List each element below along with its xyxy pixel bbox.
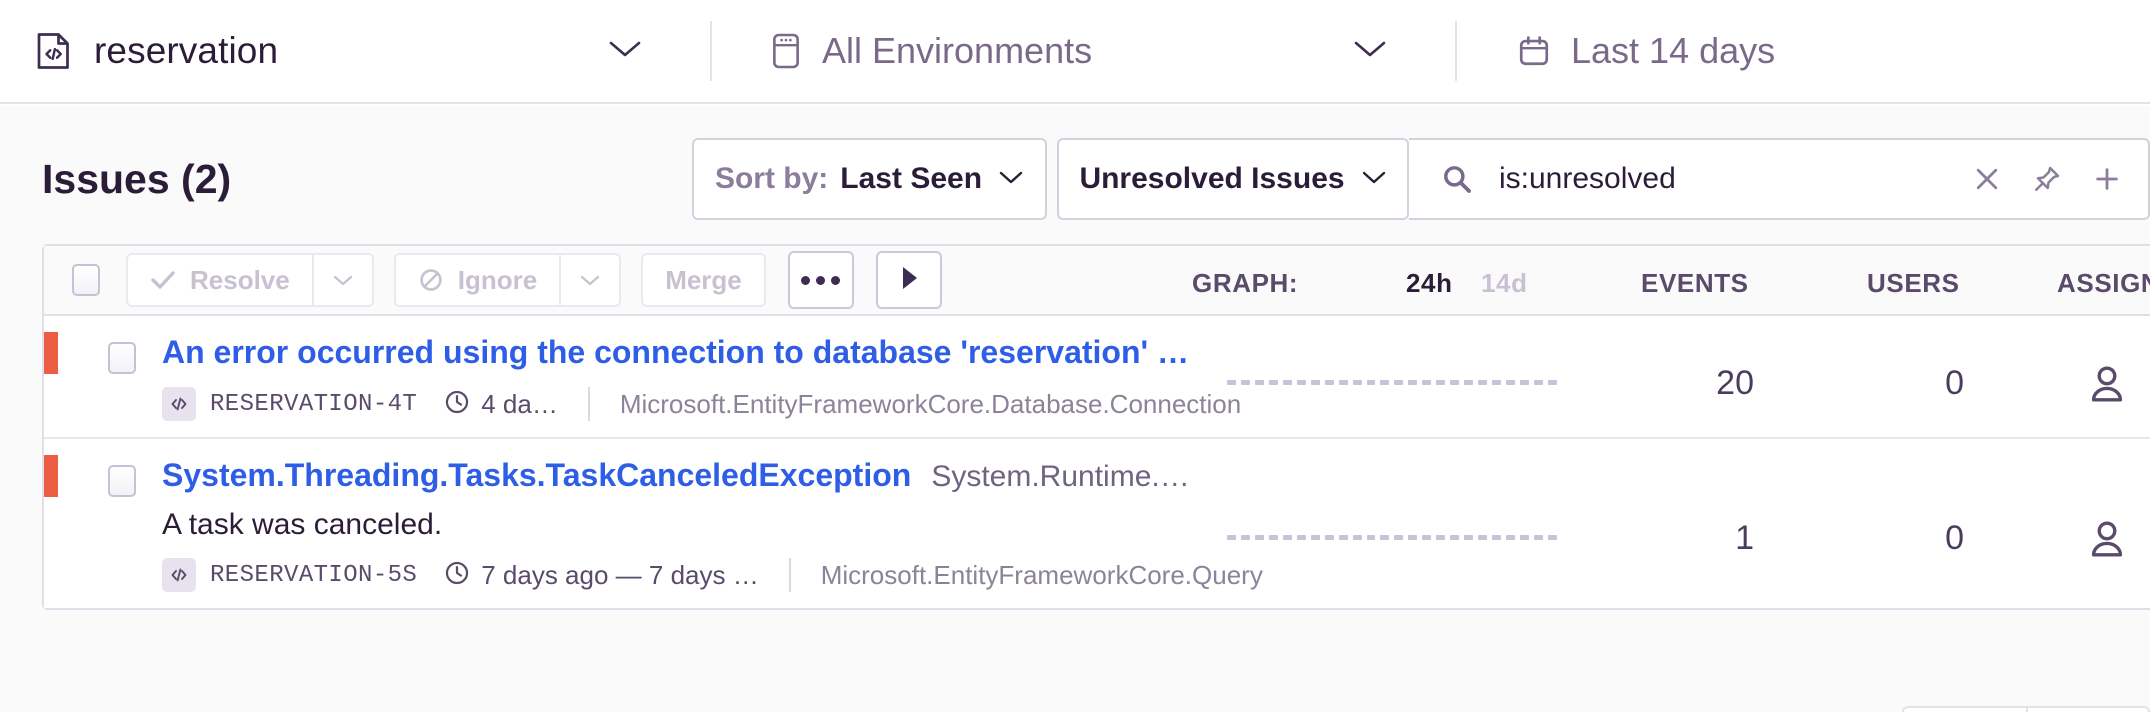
play-pause-stream-button[interactable] (876, 251, 942, 309)
mute-icon (418, 267, 444, 293)
column-header-assignee: ASSIGN (2057, 268, 2150, 299)
graph-period-24h[interactable]: 24h (1406, 268, 1453, 299)
next-page-button[interactable] (2026, 706, 2150, 712)
search-action-group (1972, 164, 2122, 194)
environment-selector[interactable]: All Environments (710, 0, 1455, 103)
resolve-button-group: Resolve (126, 253, 374, 307)
clear-search-icon[interactable] (1972, 164, 2002, 194)
issue-time: 4 da… (443, 388, 558, 421)
ignore-label: Ignore (458, 265, 537, 296)
assignee-avatar-icon[interactable] (2084, 515, 2130, 566)
header-divider-1 (710, 21, 712, 81)
sparkline-bars (1227, 535, 1557, 545)
issue-filter-value: Unresolved Issues (1079, 162, 1344, 196)
search-icon (1441, 163, 1473, 195)
sort-by-value: Last Seen (840, 162, 982, 196)
checkmark-icon (150, 269, 176, 291)
sentry-issues-page: reservation All Environments (0, 0, 2150, 712)
assignee-avatar-icon[interactable] (2084, 360, 2130, 411)
issue-culprit: Microsoft.EntityFrameworkCore.Database.C… (620, 389, 1241, 420)
issues-toolbar: Resolve Ignore (44, 246, 2150, 316)
column-header-graph: GRAPH: (1192, 268, 1298, 299)
project-name: reservation (94, 30, 278, 72)
previous-page-button[interactable] (1902, 706, 2026, 712)
issue-title-link[interactable]: An error occurred using the connection t… (162, 334, 1189, 371)
issue-sparkline-chart (1227, 439, 1557, 608)
ignore-button-group: Ignore (394, 253, 621, 307)
pagination (1902, 706, 2150, 712)
global-header: reservation All Environments (0, 0, 2150, 104)
issue-users-count: 0 (1834, 519, 1964, 558)
ignore-button[interactable]: Ignore (394, 253, 559, 307)
issue-select-checkbox[interactable] (108, 465, 136, 497)
clock-icon (443, 388, 471, 421)
resolve-button[interactable]: Resolve (126, 253, 312, 307)
environment-icon (770, 32, 802, 70)
code-badge-icon (162, 387, 196, 421)
issue-title-suffix: System.Runtime.… (931, 460, 1189, 494)
project-chevron-down-icon[interactable] (608, 39, 642, 64)
environment-chevron-down-icon[interactable] (1353, 39, 1387, 64)
clock-icon (443, 559, 471, 592)
issue-filter-dropdown[interactable]: Unresolved Issues (1057, 138, 1409, 220)
issue-time-text: 7 days ago — 7 days … (481, 560, 758, 591)
issue-select-checkbox[interactable] (108, 342, 136, 374)
sort-by-label: Sort by: (715, 162, 828, 196)
resolve-dropdown-button[interactable] (312, 253, 374, 307)
environment-label: All Environments (822, 30, 1092, 72)
merge-label: Merge (665, 265, 742, 296)
issues-body: Issues (2) Sort by: Last Seen Unresolved… (0, 106, 2150, 712)
issue-metadata: RESERVATION-5S 7 days ago — 7 days … Mic… (162, 558, 2150, 592)
issue-title-line: System.Threading.Tasks.TaskCanceledExcep… (162, 457, 2150, 494)
date-range-label: Last 14 days (1571, 30, 1775, 72)
issue-level-indicator (44, 455, 58, 497)
issue-title-link[interactable]: System.Threading.Tasks.TaskCanceledExcep… (162, 457, 911, 494)
add-search-icon[interactable] (2092, 164, 2122, 194)
issue-users-count: 0 (1834, 364, 1964, 403)
project-selector[interactable]: reservation (0, 0, 710, 103)
play-icon (897, 264, 921, 297)
page-title: Issues (2) (42, 156, 231, 203)
issue-events-count: 20 (1604, 364, 1754, 403)
search-input[interactable]: is:unresolved (1499, 162, 1972, 196)
table-row[interactable]: System.Threading.Tasks.TaskCanceledExcep… (44, 439, 2150, 608)
issue-short-id: RESERVATION-5S (210, 562, 417, 589)
sort-by-dropdown[interactable]: Sort by: Last Seen (692, 138, 1047, 220)
merge-button[interactable]: Merge (641, 253, 766, 307)
issue-level-indicator (44, 332, 58, 374)
issues-controls-row: Issues (2) Sort by: Last Seen Unresolved… (0, 136, 2150, 222)
ellipsis-icon (801, 276, 840, 285)
resolve-label: Resolve (190, 265, 290, 296)
sparkline-bars (1227, 380, 1557, 390)
pin-search-icon[interactable] (2032, 164, 2062, 194)
header-divider-2 (1455, 21, 1457, 81)
issues-panel: Resolve Ignore (42, 244, 2150, 610)
column-header-events: EVENTS (1641, 268, 1749, 299)
column-header-users: USERS (1867, 268, 1960, 299)
search-bar[interactable]: is:unresolved (1409, 138, 2150, 220)
meta-divider (789, 558, 791, 592)
code-badge-icon (162, 558, 196, 592)
more-actions-button[interactable] (788, 251, 854, 309)
graph-period-14d[interactable]: 14d (1481, 268, 1528, 299)
meta-divider (588, 387, 590, 421)
sort-chevron-down-icon (998, 169, 1024, 190)
issue-time-text: 4 da… (481, 389, 558, 420)
issue-short-id: RESERVATION-4T (210, 391, 417, 418)
filter-chevron-down-icon (1361, 169, 1387, 190)
ignore-dropdown-button[interactable] (559, 253, 621, 307)
select-all-checkbox[interactable] (72, 264, 100, 296)
issue-time: 7 days ago — 7 days … (443, 559, 758, 592)
issue-events-count: 1 (1604, 519, 1754, 558)
calendar-icon (1517, 33, 1551, 69)
project-code-icon (36, 31, 72, 71)
issue-sparkline-chart (1227, 316, 1557, 437)
date-range-selector[interactable]: Last 14 days (1455, 0, 1775, 103)
issue-culprit: Microsoft.EntityFrameworkCore.Query (821, 560, 1263, 591)
table-row[interactable]: An error occurred using the connection t… (44, 316, 2150, 439)
